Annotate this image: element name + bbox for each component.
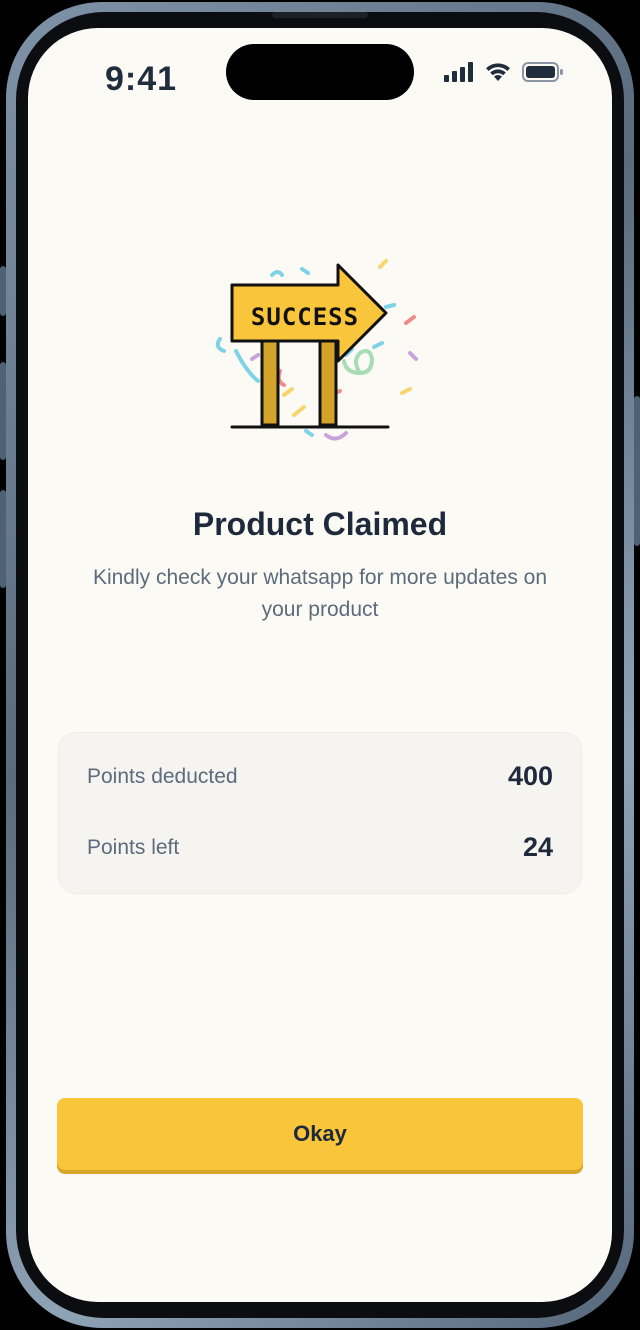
points-row-deducted: Points deducted 400 [87, 759, 553, 799]
sign-text: SUCCESS [251, 303, 359, 331]
volume-down-button [0, 490, 6, 588]
action-button [0, 266, 6, 316]
points-left-value: 24 [522, 832, 553, 862]
points-left-label: Points left [87, 836, 180, 859]
okay-button[interactable]: Okay [57, 1098, 583, 1170]
success-illustration: SUCCESS [210, 255, 430, 455]
earpiece-speaker [272, 12, 368, 18]
dynamic-island [226, 44, 414, 100]
cellular-signal-icon [444, 62, 473, 82]
page-title: Product Claimed [192, 506, 448, 542]
status-time: 9:41 [104, 60, 178, 98]
okay-button-label: Okay [293, 1121, 347, 1146]
wifi-icon [486, 63, 510, 81]
points-deducted-label: Points deducted [87, 765, 238, 788]
power-button [634, 396, 640, 546]
success-signpost-icon: SUCCESS [215, 259, 418, 441]
battery-icon [522, 62, 563, 82]
points-row-left: Points left 24 [87, 830, 553, 870]
page-subtitle: Kindly check your whatsapp for more upda… [92, 566, 548, 621]
points-deducted-value: 400 [507, 761, 553, 791]
points-summary-card: Points deducted 400 Points left 24 [58, 732, 582, 894]
volume-up-button [0, 362, 6, 460]
status-icons [444, 60, 564, 84]
